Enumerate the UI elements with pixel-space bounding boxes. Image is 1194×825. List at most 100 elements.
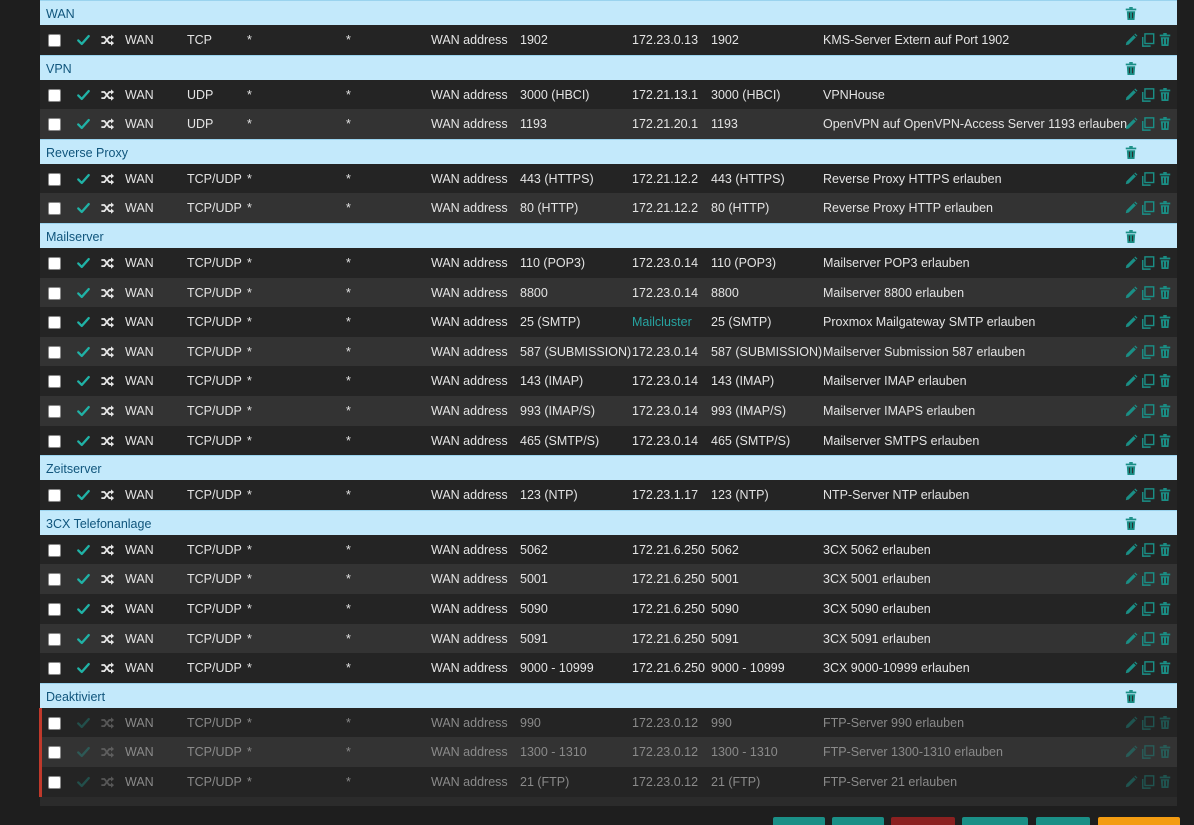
nat-ip-cell[interactable]: Mailcluster xyxy=(632,315,692,329)
trash-icon[interactable] xyxy=(1158,542,1172,557)
trash-icon[interactable] xyxy=(1158,344,1172,359)
check-icon[interactable] xyxy=(76,661,91,675)
delete-group-trash-icon[interactable] xyxy=(1124,229,1138,244)
pencil-icon[interactable] xyxy=(1124,404,1138,418)
copy-icon[interactable] xyxy=(1141,572,1155,587)
pencil-icon[interactable] xyxy=(1124,716,1138,730)
copy-icon[interactable] xyxy=(1141,201,1155,216)
check-icon[interactable] xyxy=(76,256,91,270)
trash-icon[interactable] xyxy=(1158,571,1172,586)
pencil-icon[interactable] xyxy=(1124,434,1138,448)
delete-group-trash-icon[interactable] xyxy=(1124,516,1138,531)
pencil-icon[interactable] xyxy=(1124,661,1138,675)
trash-icon[interactable] xyxy=(1158,285,1172,300)
copy-icon[interactable] xyxy=(1141,602,1155,616)
pencil-icon[interactable] xyxy=(1124,374,1138,388)
copy-icon[interactable] xyxy=(1141,374,1155,389)
pencil-icon[interactable] xyxy=(1124,775,1138,789)
copy-icon[interactable] xyxy=(1141,256,1155,270)
check-icon[interactable] xyxy=(76,374,91,388)
trash-icon[interactable] xyxy=(1158,487,1172,502)
trash-icon[interactable] xyxy=(1158,116,1172,131)
delete-group-trash-icon[interactable] xyxy=(1124,61,1138,76)
check-icon[interactable] xyxy=(76,315,91,329)
pencil-icon[interactable] xyxy=(1124,172,1138,186)
pencil-icon[interactable] xyxy=(1124,632,1138,646)
trash-icon[interactable] xyxy=(1158,373,1172,388)
pencil-icon[interactable] xyxy=(1124,201,1138,215)
check-icon[interactable] xyxy=(76,345,91,359)
row-select-checkbox[interactable] xyxy=(48,776,61,789)
copy-icon[interactable] xyxy=(1141,542,1155,557)
trash-icon[interactable] xyxy=(1158,314,1172,329)
check-icon[interactable] xyxy=(76,33,91,47)
row-select-checkbox[interactable] xyxy=(48,375,61,389)
row-select-checkbox[interactable] xyxy=(48,172,61,186)
trash-icon[interactable] xyxy=(1158,171,1172,186)
check-icon[interactable] xyxy=(76,117,91,131)
check-icon[interactable] xyxy=(76,602,91,616)
trash-icon[interactable] xyxy=(1158,32,1172,47)
check-icon[interactable] xyxy=(76,543,91,557)
copy-icon[interactable] xyxy=(1141,775,1155,789)
footer-button-6[interactable] xyxy=(1098,817,1180,825)
copy-icon[interactable] xyxy=(1141,285,1155,300)
copy-icon[interactable] xyxy=(1141,171,1155,186)
check-icon[interactable] xyxy=(76,775,91,789)
check-icon[interactable] xyxy=(76,286,91,300)
check-icon[interactable] xyxy=(76,172,91,186)
pencil-icon[interactable] xyxy=(1124,572,1138,586)
row-select-checkbox[interactable] xyxy=(48,405,61,418)
check-icon[interactable] xyxy=(76,488,91,502)
pencil-icon[interactable] xyxy=(1124,315,1138,329)
row-select-checkbox[interactable] xyxy=(48,543,61,557)
row-select-checkbox[interactable] xyxy=(48,257,61,270)
trash-icon[interactable] xyxy=(1158,255,1172,270)
row-select-checkbox[interactable] xyxy=(48,632,61,646)
copy-icon[interactable] xyxy=(1141,631,1155,646)
row-select-checkbox[interactable] xyxy=(48,316,61,330)
copy-icon[interactable] xyxy=(1141,488,1155,503)
row-select-checkbox[interactable] xyxy=(48,34,61,47)
trash-icon[interactable] xyxy=(1158,660,1172,675)
trash-icon[interactable] xyxy=(1158,433,1172,448)
row-select-checkbox[interactable] xyxy=(48,662,61,676)
check-icon[interactable] xyxy=(76,745,91,759)
footer-button-1[interactable] xyxy=(773,817,825,825)
row-select-checkbox[interactable] xyxy=(48,118,61,132)
footer-button-3[interactable] xyxy=(891,817,955,825)
check-icon[interactable] xyxy=(76,88,91,102)
row-select-checkbox[interactable] xyxy=(48,345,61,359)
pencil-icon[interactable] xyxy=(1124,286,1138,300)
trash-icon[interactable] xyxy=(1158,403,1172,418)
delete-group-trash-icon[interactable] xyxy=(1124,145,1138,160)
row-select-checkbox[interactable] xyxy=(48,489,61,503)
pencil-icon[interactable] xyxy=(1124,543,1138,557)
pencil-icon[interactable] xyxy=(1124,33,1138,47)
check-icon[interactable] xyxy=(76,572,91,586)
check-icon[interactable] xyxy=(76,434,91,448)
pencil-icon[interactable] xyxy=(1124,256,1138,270)
copy-icon[interactable] xyxy=(1141,433,1155,448)
row-select-checkbox[interactable] xyxy=(48,746,61,760)
trash-icon[interactable] xyxy=(1158,200,1172,215)
copy-icon[interactable] xyxy=(1141,315,1155,330)
trash-icon[interactable] xyxy=(1158,87,1172,102)
row-select-checkbox[interactable] xyxy=(48,716,61,730)
trash-icon[interactable] xyxy=(1158,601,1172,616)
footer-button-2[interactable] xyxy=(832,817,884,825)
row-select-checkbox[interactable] xyxy=(48,88,61,102)
row-select-checkbox[interactable] xyxy=(48,573,61,587)
trash-icon[interactable] xyxy=(1158,715,1172,730)
row-select-checkbox[interactable] xyxy=(48,202,61,216)
pencil-icon[interactable] xyxy=(1124,345,1138,359)
copy-icon[interactable] xyxy=(1141,661,1155,676)
copy-icon[interactable] xyxy=(1141,404,1155,418)
row-select-checkbox[interactable] xyxy=(48,286,61,300)
copy-icon[interactable] xyxy=(1141,745,1155,760)
pencil-icon[interactable] xyxy=(1124,117,1138,131)
pencil-icon[interactable] xyxy=(1124,602,1138,616)
copy-icon[interactable] xyxy=(1141,87,1155,102)
check-icon[interactable] xyxy=(76,201,91,215)
pencil-icon[interactable] xyxy=(1124,88,1138,102)
